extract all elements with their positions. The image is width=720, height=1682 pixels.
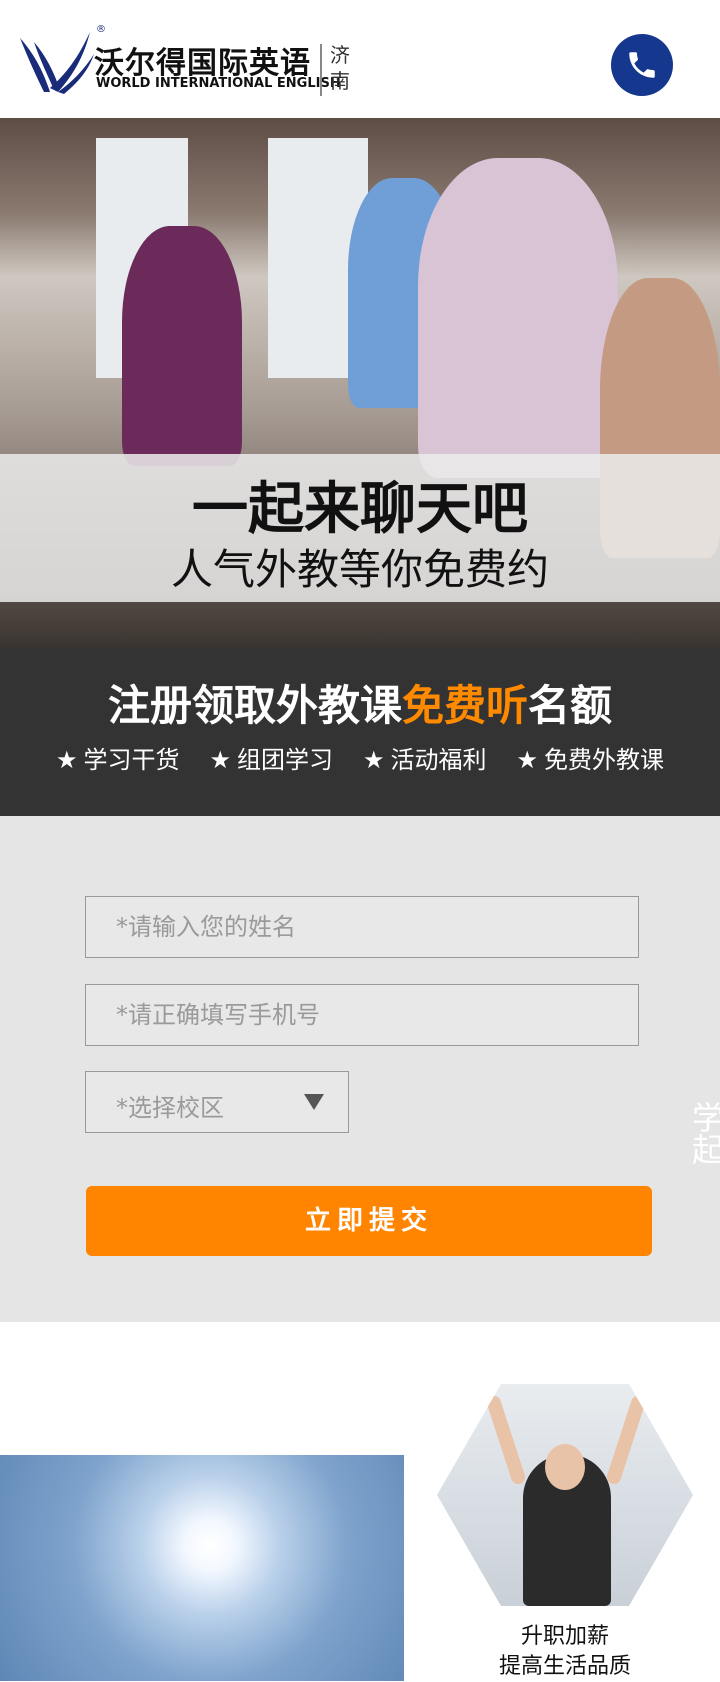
phone-input[interactable] [86, 985, 638, 1045]
sky-photo [0, 1455, 404, 1681]
benefit-caption-line1: 升职加薪 [520, 1624, 609, 1649]
benefit-caption-line2: 提高生活品质 [498, 1654, 631, 1679]
star-icon: ★ [516, 746, 539, 774]
promo-tag: ★ 学习干货 [56, 740, 180, 775]
promo-tag: ★ 活动福利 [363, 740, 487, 775]
star-icon: ★ [55, 746, 78, 774]
signup-form: *选择校区 立即提交 学起 [0, 816, 720, 1322]
registered-mark: ® [96, 24, 106, 35]
photo-arm [605, 1394, 647, 1486]
hero-banner: 一起来聊天吧 人气外教等你免费约 [0, 118, 720, 648]
campus-select-label: *选择校区 [116, 1094, 224, 1122]
promo-tag-label: 组团学习 [237, 746, 333, 774]
wing-logo-icon [20, 32, 94, 94]
photo-face [545, 1444, 585, 1490]
promo-tag: ★ 组团学习 [209, 740, 333, 775]
promo-tag-label: 免费外教课 [544, 746, 665, 774]
promo-tag-label: 学习干货 [83, 746, 180, 774]
promo-title-suffix: 名额 [528, 681, 613, 730]
promo-band: 注册领取外教课免费听名额 ★ 学习干货 ★ 组团学习 ★ 活动福利 ★ 免费外教课 [0, 648, 720, 816]
hero-title: 一起来聊天吧 [192, 477, 528, 542]
logo-divider [320, 44, 322, 96]
hero-photo-person [418, 158, 618, 478]
hero-photo-person [122, 226, 242, 466]
edge-cropped-text: 学起 [692, 1102, 720, 1166]
star-icon: ★ [209, 746, 231, 774]
logo-english-name: WORLD INTERNATIONAL ENGLISH [96, 76, 341, 91]
phone-field-wrapper [85, 984, 639, 1046]
name-input[interactable] [86, 897, 638, 957]
city-label: 济南 [330, 43, 350, 93]
celebrating-woman-photo [437, 1384, 693, 1606]
call-button[interactable] [611, 34, 673, 96]
star-icon: ★ [363, 746, 385, 774]
brand-logo[interactable]: ® 沃尔得国际英语 WORLD INTERNATIONAL ENGLISH 济南 [14, 24, 354, 102]
promo-title: 注册领取外教课免费听名额 [0, 672, 720, 733]
benefits-section: 升职加薪 提高生活品质 [0, 1322, 720, 1681]
promo-title-highlight: 免费听 [401, 681, 528, 730]
submit-button[interactable]: 立即提交 [86, 1186, 652, 1256]
name-field-wrapper [85, 896, 639, 958]
promo-tag-label: 活动福利 [390, 746, 487, 774]
dropdown-arrow-icon [304, 1094, 324, 1110]
campus-select[interactable]: *选择校区 [85, 1071, 349, 1133]
photo-arm [485, 1394, 527, 1486]
phone-icon [629, 52, 655, 78]
hero-subtitle: 人气外教等你免费约 [170, 545, 549, 594]
promo-title-prefix: 注册领取外教课 [107, 681, 402, 730]
site-header: ® 沃尔得国际英语 WORLD INTERNATIONAL ENGLISH 济南 [0, 0, 720, 118]
promo-tag: ★ 免费外教课 [517, 740, 665, 775]
promo-tags: ★ 学习干货 ★ 组团学习 ★ 活动福利 ★ 免费外教课 [0, 740, 720, 775]
